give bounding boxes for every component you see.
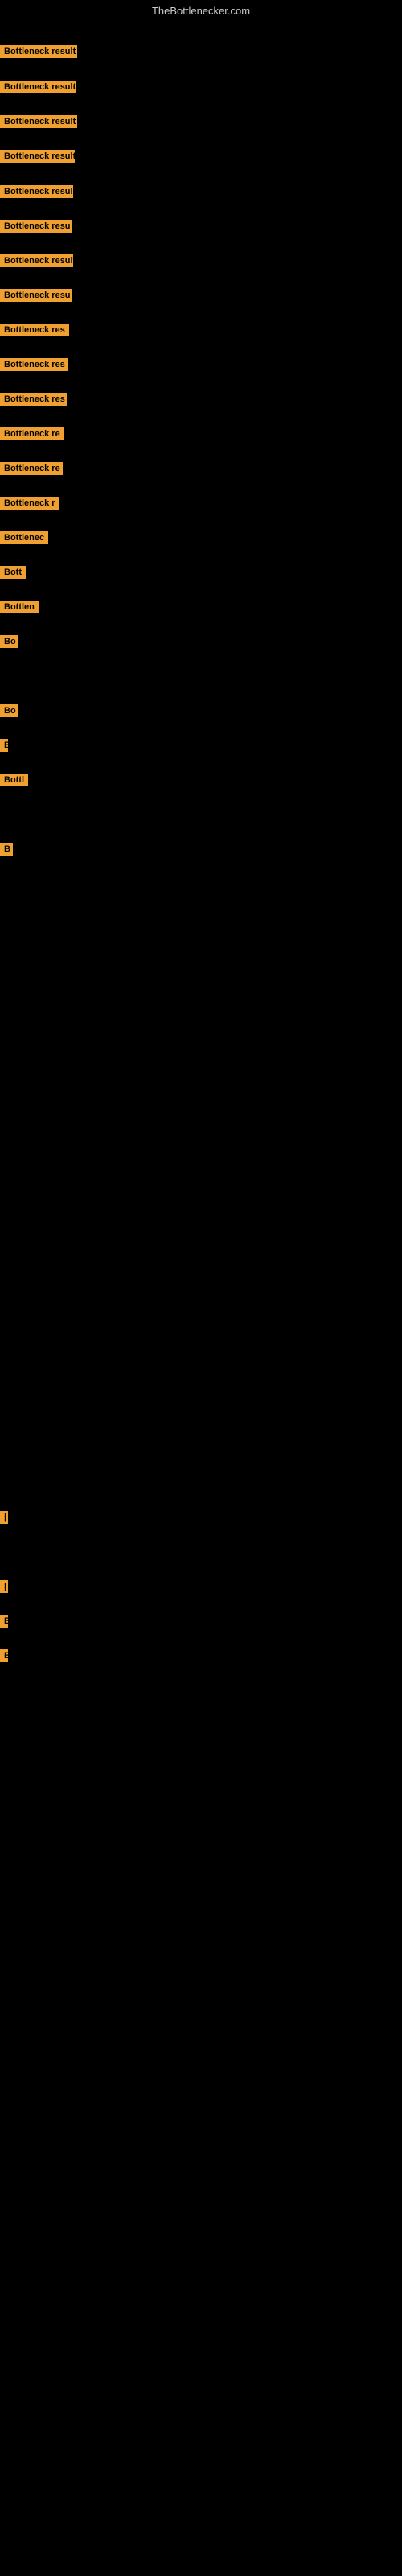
bottleneck-badge: | bbox=[0, 1511, 8, 1524]
bottleneck-badge: Bottleneck result bbox=[0, 150, 75, 163]
bottleneck-badge-row: | bbox=[0, 1580, 8, 1597]
bottleneck-badge: Bottleneck resu bbox=[0, 289, 72, 302]
bottleneck-badge: Bottl bbox=[0, 774, 28, 786]
bottleneck-badge-row: Bott bbox=[0, 566, 26, 583]
bottleneck-badge: B bbox=[0, 1649, 8, 1662]
bottleneck-badge-row: Bottlen bbox=[0, 601, 39, 617]
bottleneck-badge-row: B bbox=[0, 739, 8, 756]
bottleneck-badge: Bottleneck result bbox=[0, 45, 77, 58]
bottleneck-badge: B bbox=[0, 1615, 8, 1628]
bottleneck-badge: Bottleneck res bbox=[0, 393, 67, 406]
bottleneck-badge-row: Bottleneck result bbox=[0, 80, 76, 97]
bottleneck-badge: Bottleneck resul bbox=[0, 185, 73, 198]
bottleneck-badge-row: B bbox=[0, 1615, 8, 1632]
bottleneck-badge: Bottlen bbox=[0, 601, 39, 613]
bottleneck-badge-row: Bottleneck res bbox=[0, 358, 68, 375]
bottleneck-badge-row: Bottleneck re bbox=[0, 427, 64, 444]
bottleneck-badge-row: Bottleneck res bbox=[0, 393, 67, 410]
bottleneck-badge-row: Bottl bbox=[0, 774, 28, 791]
bottleneck-badge-row: B bbox=[0, 1649, 8, 1666]
bottleneck-badge: Bottleneck res bbox=[0, 358, 68, 371]
bottleneck-badge-row: Bo bbox=[0, 635, 18, 652]
bottleneck-badge-row: Bottleneck result bbox=[0, 254, 73, 271]
bottleneck-badge-row: Bottlenec bbox=[0, 531, 48, 548]
bottleneck-badge: B bbox=[0, 843, 13, 856]
bottleneck-badge: Bottleneck r bbox=[0, 497, 59, 510]
bottleneck-badge: Bo bbox=[0, 635, 18, 648]
bottleneck-badge-row: Bottleneck result bbox=[0, 115, 77, 132]
bottleneck-badge: | bbox=[0, 1580, 8, 1593]
site-title: TheBottlenecker.com bbox=[0, 0, 402, 20]
bottleneck-badge-row: Bottleneck re bbox=[0, 462, 63, 479]
bottleneck-badge-row: | bbox=[0, 1511, 8, 1528]
bottleneck-badge-row: Bottleneck resu bbox=[0, 289, 72, 306]
bottleneck-badge-row: Bottleneck res bbox=[0, 324, 69, 341]
bottleneck-badge: Bottleneck result bbox=[0, 254, 73, 267]
bottleneck-badge-row: B bbox=[0, 843, 13, 860]
bottleneck-badge: Bottleneck result bbox=[0, 80, 76, 93]
bottleneck-badge-row: Bottleneck resul bbox=[0, 185, 73, 202]
bottleneck-badge-row: Bottleneck resu bbox=[0, 220, 72, 237]
bottleneck-badge: Bottleneck resu bbox=[0, 220, 72, 233]
bottleneck-badge: Bottleneck res bbox=[0, 324, 69, 336]
bottleneck-badge-row: Bo bbox=[0, 704, 18, 721]
bottleneck-badge: Bo bbox=[0, 704, 18, 717]
bottleneck-badge-row: Bottleneck result bbox=[0, 150, 75, 167]
bottleneck-badge: Bottleneck result bbox=[0, 115, 77, 128]
bottleneck-badge-row: Bottleneck r bbox=[0, 497, 59, 514]
bottleneck-badge: Bott bbox=[0, 566, 26, 579]
bottleneck-badge: B bbox=[0, 739, 8, 752]
bottleneck-badge: Bottleneck re bbox=[0, 462, 63, 475]
bottleneck-badge-row: Bottleneck result bbox=[0, 45, 77, 62]
bottleneck-badge: Bottlenec bbox=[0, 531, 48, 544]
bottleneck-badge: Bottleneck re bbox=[0, 427, 64, 440]
